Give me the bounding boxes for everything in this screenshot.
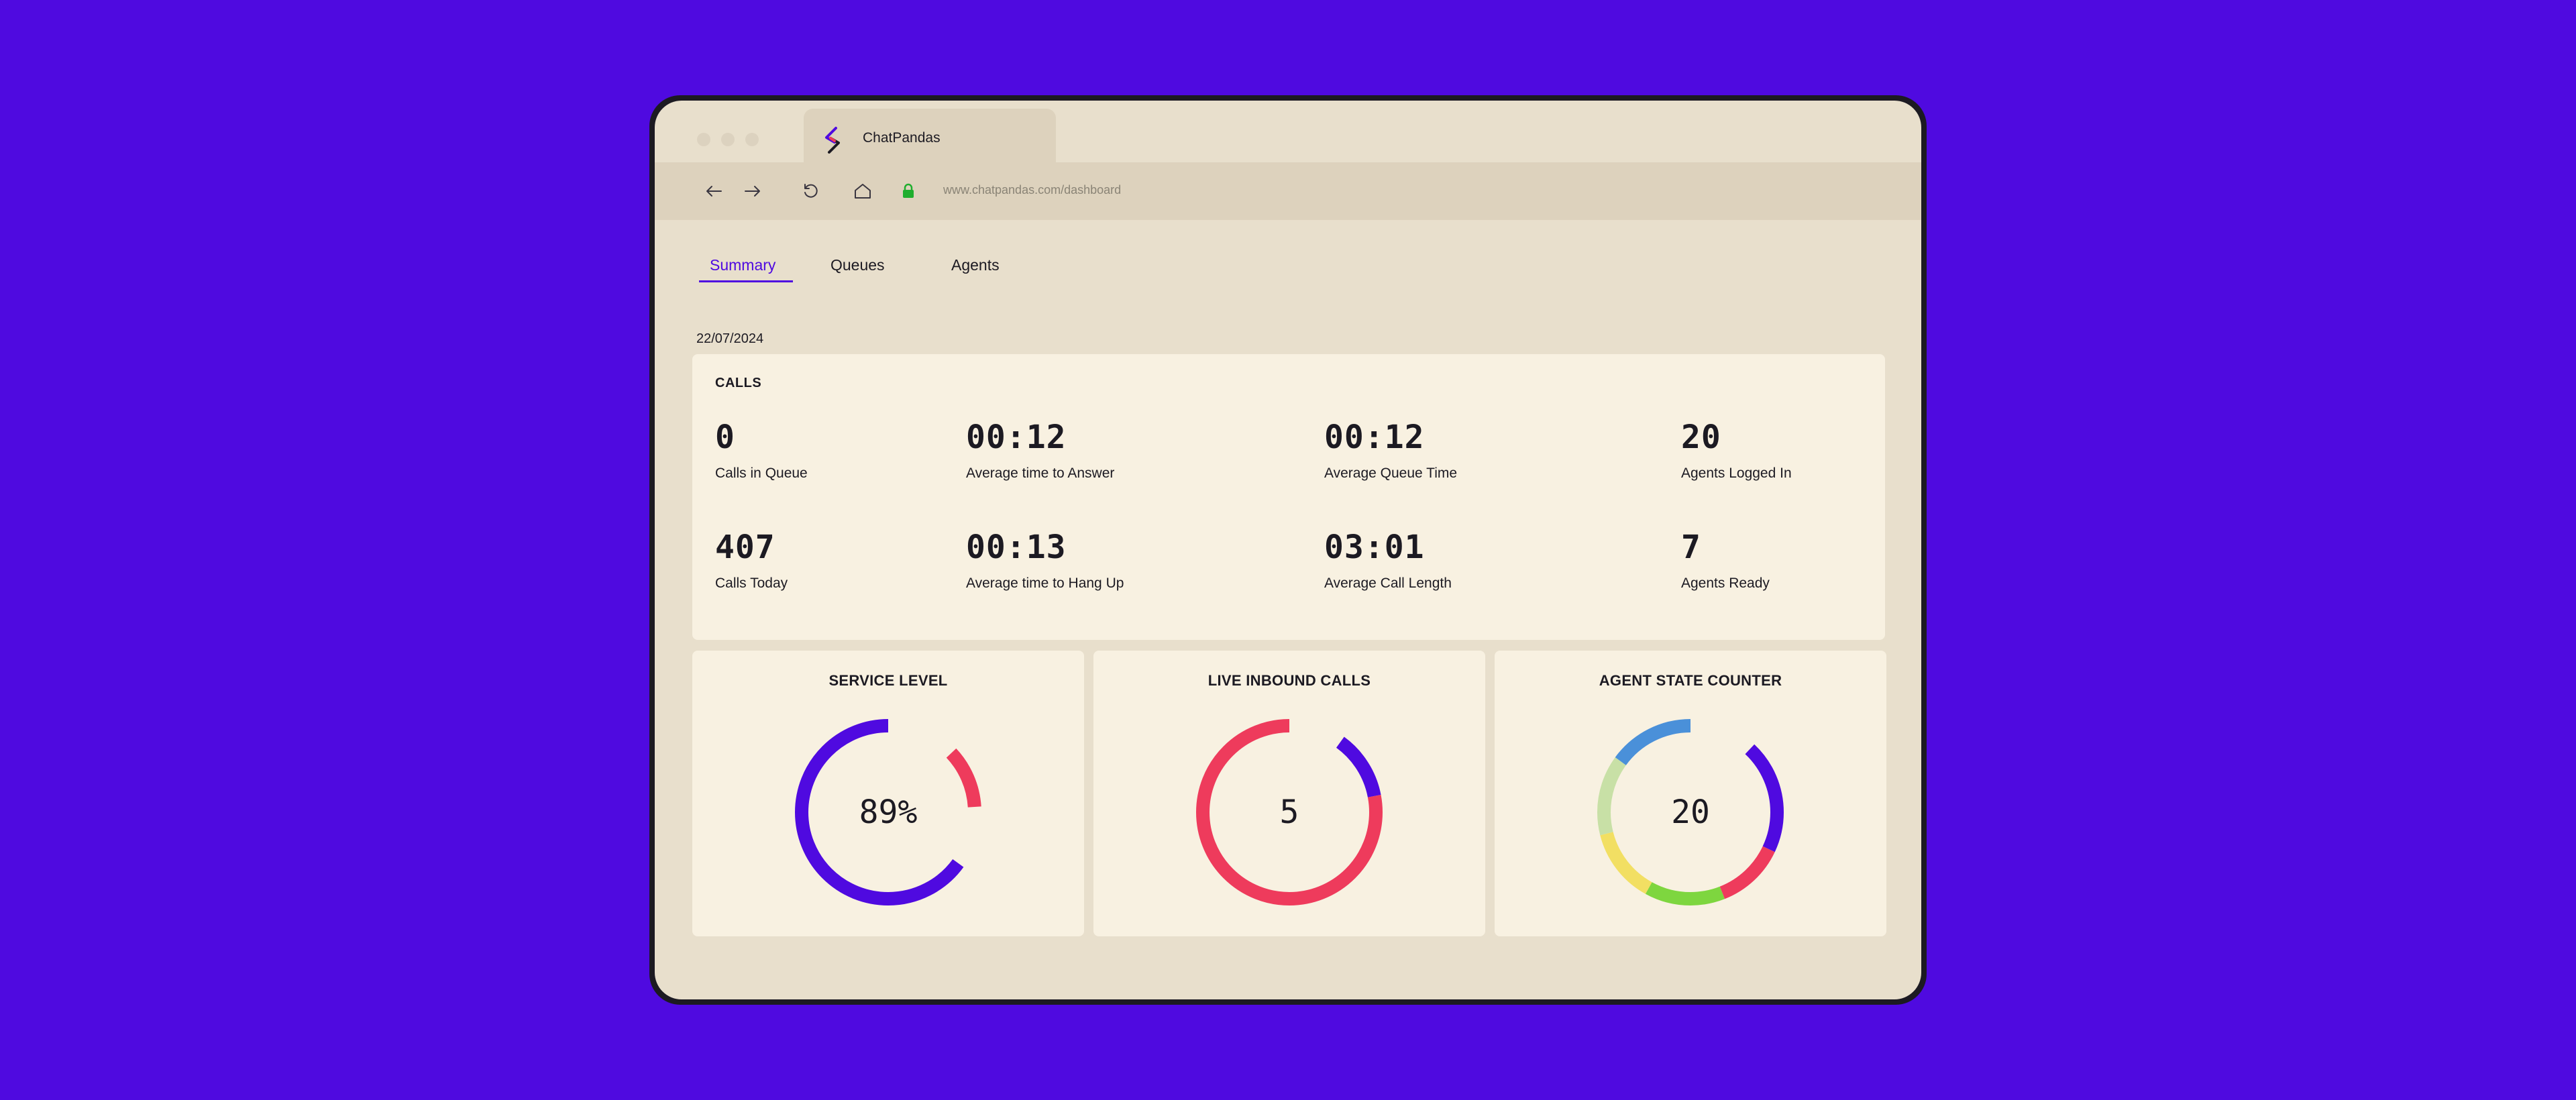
tab-queues[interactable]: Queues xyxy=(830,256,885,274)
stat-agents-logged-in: 20 Agents Logged In xyxy=(1681,419,1792,482)
chatpandas-logo-icon xyxy=(825,127,840,154)
reload-button[interactable] xyxy=(798,179,822,203)
forward-button[interactable] xyxy=(741,179,765,203)
service-level-card: SERVICE LEVEL 89% xyxy=(692,651,1084,936)
maximize-window-button[interactable] xyxy=(745,133,759,146)
stat-label: Agents Logged In xyxy=(1681,465,1792,481)
calls-card: CALLS 0 Calls in Queue 00:12 Average tim… xyxy=(692,354,1885,640)
stat-agents-ready: 7 Agents Ready xyxy=(1681,529,1770,592)
browser-tab[interactable]: ChatPandas xyxy=(804,109,1056,164)
stat-label: Average time to Answer xyxy=(966,465,1115,481)
stat-calls-today: 407 Calls Today xyxy=(715,529,788,592)
gauge-title: SERVICE LEVEL xyxy=(828,672,948,689)
tab-agents[interactable]: Agents xyxy=(951,256,1000,274)
stat-value: 0 xyxy=(715,419,735,456)
close-window-button[interactable] xyxy=(697,133,710,146)
home-icon xyxy=(855,184,871,199)
gauge-center-value: 5 xyxy=(1279,793,1299,831)
stat-label: Calls in Queue xyxy=(715,465,808,481)
tab-summary[interactable]: Summary xyxy=(710,256,775,274)
browser-content: ChatPandas www.chatpandas.com/dashboard … xyxy=(655,101,1921,999)
report-date: 22/07/2024 xyxy=(696,331,764,346)
stat-value: 00:13 xyxy=(966,529,1067,566)
agent-state-counter-card: AGENT STATE COUNTER 20 xyxy=(1495,651,1886,936)
stat-label: Average Queue Time xyxy=(1324,465,1458,481)
stat-label: Average Call Length xyxy=(1324,575,1452,591)
stat-value: 00:12 xyxy=(966,419,1067,456)
stat-average-queue-time: 00:12 Average Queue Time xyxy=(1324,419,1457,482)
arrow-left-icon xyxy=(706,186,722,197)
live-inbound-calls-card: LIVE INBOUND CALLS 5 xyxy=(1093,651,1485,936)
stat-calls-in-queue: 0 Calls in Queue xyxy=(715,419,808,482)
stat-average-call-length: 03:01 Average Call Length xyxy=(1324,529,1452,592)
url-field[interactable]: www.chatpandas.com/dashboard xyxy=(943,183,1121,197)
stat-value: 20 xyxy=(1681,419,1721,456)
stat-value: 407 xyxy=(715,529,775,566)
minimize-window-button[interactable] xyxy=(721,133,735,146)
back-button[interactable] xyxy=(702,179,726,203)
browser-window: ChatPandas www.chatpandas.com/dashboard … xyxy=(649,95,1927,1005)
stat-label: Average time to Hang Up xyxy=(966,575,1124,591)
stat-value: 03:01 xyxy=(1324,529,1425,566)
stat-label: Agents Ready xyxy=(1681,575,1770,591)
lock-icon xyxy=(903,183,914,198)
window-controls xyxy=(697,133,759,146)
reload-icon xyxy=(804,184,818,198)
lock-button[interactable] xyxy=(896,179,920,203)
address-bar: www.chatpandas.com/dashboard xyxy=(655,162,1921,220)
gauge-center-value: 89% xyxy=(859,793,918,831)
arrow-right-icon xyxy=(745,186,760,197)
active-tab-indicator xyxy=(699,280,793,282)
title-bar: ChatPandas xyxy=(655,101,1921,164)
stat-value: 7 xyxy=(1681,529,1701,566)
calls-heading: CALLS xyxy=(715,376,762,390)
stat-label: Calls Today xyxy=(715,575,788,591)
stat-average-time-to-hang-up: 00:13 Average time to Hang Up xyxy=(966,529,1124,592)
browser-tab-title: ChatPandas xyxy=(863,130,941,146)
stat-value: 00:12 xyxy=(1324,419,1425,456)
gauge-center-value: 20 xyxy=(1671,793,1710,831)
gauge-title: AGENT STATE COUNTER xyxy=(1599,672,1782,689)
home-button[interactable] xyxy=(851,179,875,203)
gauge-title: LIVE INBOUND CALLS xyxy=(1208,672,1371,689)
stat-average-time-to-answer: 00:12 Average time to Answer xyxy=(966,419,1114,482)
